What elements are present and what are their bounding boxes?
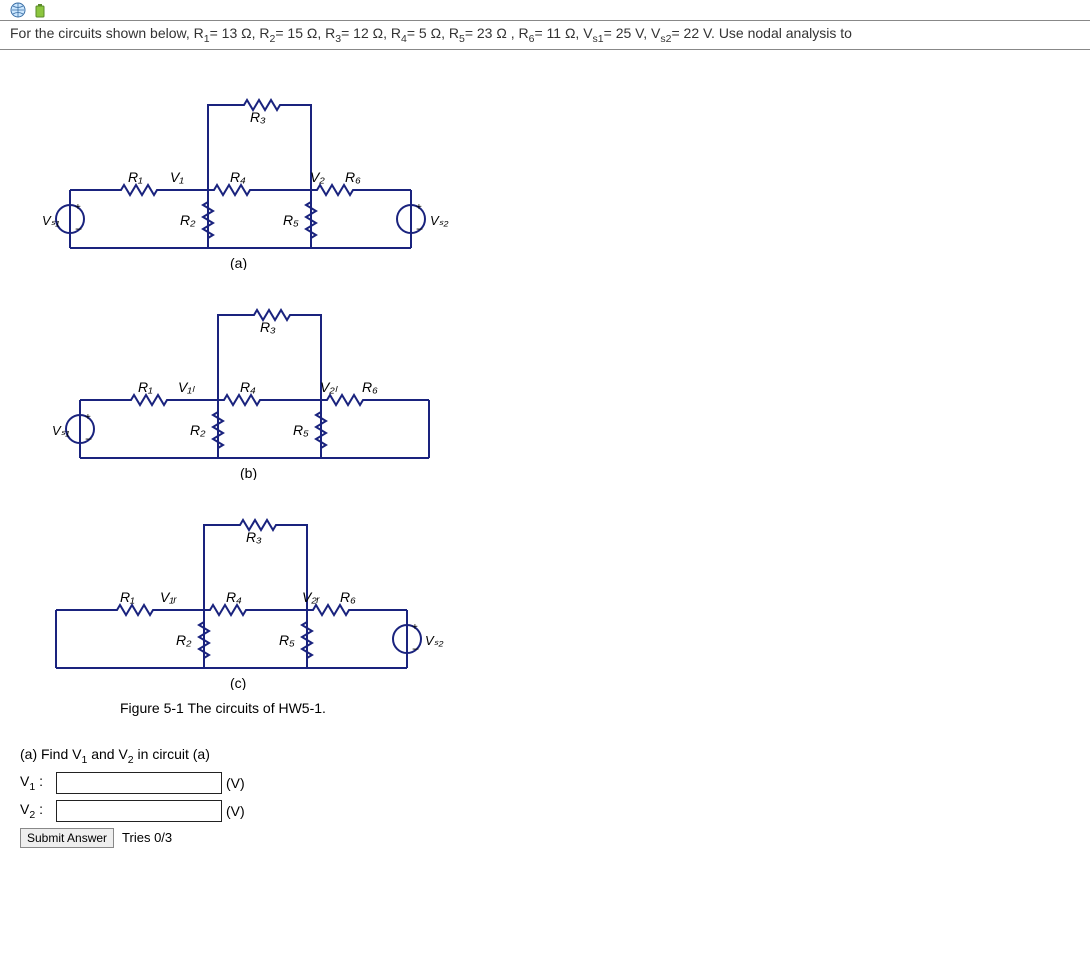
svg-text:−: −	[85, 432, 92, 446]
content-area: + − + − Vₛ₁ Vₛ₂ R₁ V₁ R₄ V₂ R₆ R₃ R₂ R₅ …	[0, 50, 1090, 868]
svg-text:+: +	[85, 412, 91, 423]
svg-text:R₄: R₄	[240, 379, 256, 395]
part-a: (a) Find V1 and V2 in circuit (a) V1 : (…	[20, 746, 1070, 848]
svg-text:−: −	[416, 222, 423, 236]
svg-text:+: +	[412, 622, 418, 633]
globe-icon[interactable]	[10, 2, 26, 18]
v1-label: V1 :	[20, 773, 52, 793]
svg-text:R₄: R₄	[226, 589, 242, 605]
parta-prompt: (a) Find V1 and V2 in circuit (a)	[20, 746, 210, 762]
svg-text:V₂ᵣ: V₂ᵣ	[302, 589, 321, 605]
problem-statement: For the circuits shown below, R1= 13 Ω, …	[0, 21, 1090, 50]
svg-text:R₂: R₂	[190, 422, 206, 438]
svg-text:R₅: R₅	[293, 422, 309, 438]
bookmark-strip	[0, 0, 1090, 21]
label-r5: R₅	[283, 212, 299, 228]
svg-text:R₁: R₁	[120, 589, 135, 605]
svg-text:R₆: R₆	[340, 589, 356, 605]
svg-text:V₁ₗ: V₁ₗ	[178, 379, 196, 395]
label-vs2: Vₛ₂	[430, 213, 449, 228]
label-r1: R₁	[128, 169, 143, 185]
svg-text:+: +	[416, 202, 422, 213]
svg-text:−: −	[412, 642, 419, 656]
svg-text:−: −	[75, 222, 82, 236]
svg-text:R₃: R₃	[260, 319, 276, 335]
label-r6: R₆	[345, 169, 361, 185]
circuit-c: + − Vₛ₂ R₁ V₁ᵣ R₄ V₂ᵣ R₆ R₃ R₂ R₅ (c)	[20, 490, 480, 690]
svg-text:V₂ₗ: V₂ₗ	[320, 379, 339, 395]
circuit-a: + − + − Vₛ₁ Vₛ₂ R₁ V₁ R₄ V₂ R₆ R₃ R₂ R₅ …	[20, 70, 480, 270]
caption-a: (a)	[230, 255, 247, 270]
v1-row: V1 : (V)	[20, 772, 1070, 794]
svg-text:R₁: R₁	[138, 379, 153, 395]
svg-text:R₂: R₂	[176, 632, 192, 648]
svg-text:+: +	[75, 202, 81, 213]
svg-text:R₅: R₅	[279, 632, 295, 648]
v2-unit: (V)	[226, 803, 245, 819]
label-v1: V₁	[170, 169, 184, 185]
battery-icon[interactable]	[32, 2, 48, 18]
label-v2: V₂	[310, 169, 325, 185]
svg-text:R₆: R₆	[362, 379, 378, 395]
problem-prefix: For the circuits shown below, R	[10, 25, 204, 41]
label-vs1: Vₛ₁	[42, 213, 60, 228]
svg-text:R₃: R₃	[246, 529, 262, 545]
v1-input[interactable]	[56, 772, 222, 794]
label-r2: R₂	[180, 212, 196, 228]
label-r4: R₄	[230, 169, 246, 185]
v1-unit: (V)	[226, 775, 245, 791]
svg-text:Vₛ₂: Vₛ₂	[425, 633, 444, 648]
circuit-b: + − Vₛ₁ R₁ V₁ₗ R₄ V₂ₗ R₆ R₃ R₂ R₅ (b)	[20, 280, 480, 480]
svg-text:Vₛ₁: Vₛ₁	[52, 423, 70, 438]
v2-input[interactable]	[56, 800, 222, 822]
figure-title: Figure 5-1 The circuits of HW5-1.	[20, 700, 1070, 716]
v2-row: V2 : (V)	[20, 800, 1070, 822]
label-r3: R₃	[250, 109, 266, 125]
svg-text:(b): (b)	[240, 465, 257, 480]
submit-button[interactable]: Submit Answer	[20, 828, 114, 848]
tries-text: Tries 0/3	[122, 830, 172, 845]
svg-text:(c): (c)	[230, 675, 246, 690]
svg-text:V₁ᵣ: V₁ᵣ	[160, 589, 178, 605]
v2-label: V2 :	[20, 801, 52, 821]
